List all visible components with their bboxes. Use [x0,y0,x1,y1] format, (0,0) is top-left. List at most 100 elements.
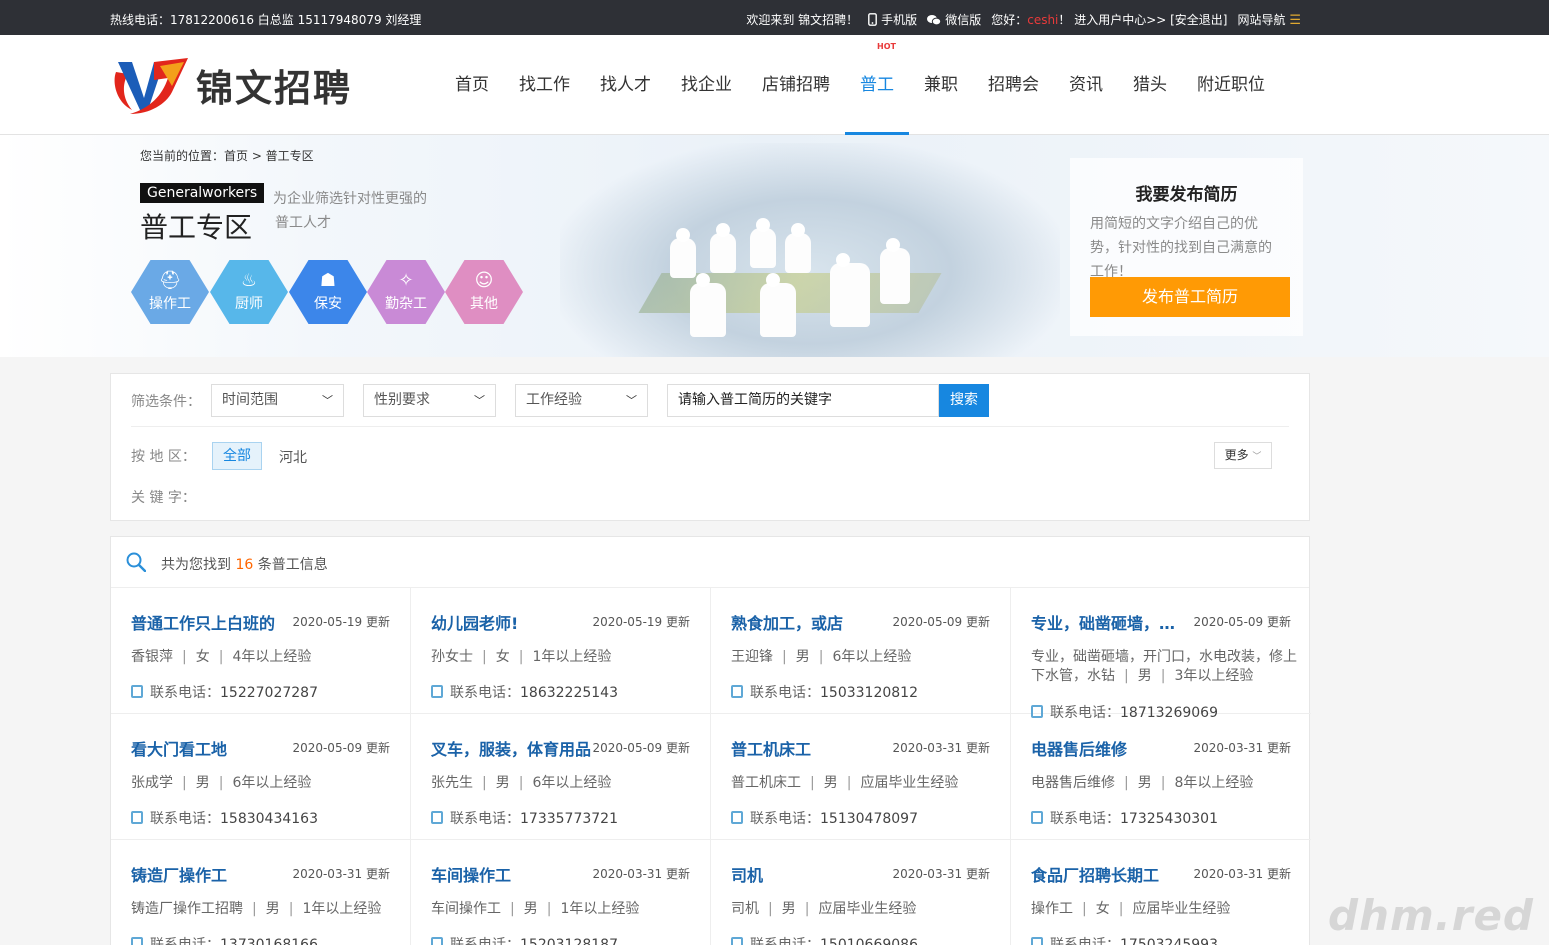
resume-title-link[interactable]: 叉车，服装，体育用品 [431,736,591,760]
update-date: 2020-05-19 更新 [592,615,690,629]
nav-item-find-talent[interactable]: 找人才 [585,35,666,135]
resume-experience: 1年以上经验 [302,901,382,917]
nav-item-store-recruit[interactable]: 店铺招聘 [747,35,845,135]
resume-gender: 女 [195,649,210,665]
nav-item-news[interactable]: 资讯 [1054,35,1118,135]
resume-experience: 应届毕业生经验 [818,901,917,917]
site-nav-link[interactable]: 网站导航 ☰ [1238,11,1302,28]
username-link[interactable]: ceshi [1027,13,1058,27]
resume-card[interactable]: 叉车，服装，体育用品 2020-05-09 更新 张先生 | 男 | 6年以上经验 联系电话：… [411,714,711,840]
logo-mark-icon [114,58,188,114]
publish-resume-panel: 我要发布简历 用简短的文字介绍自己的优势，针对性的找到自己满意的工作！ 发布普工… [1070,158,1303,336]
resume-title-link[interactable]: 铸造厂操作工 [131,862,227,886]
nav-item-find-company[interactable]: 找企业 [666,35,747,135]
resume-name: 司机 [731,901,759,917]
resume-phone: 联系电话：15227027287 [131,682,318,702]
nav-item-general-worker[interactable]: 普工 HOT [845,35,909,135]
wechat-link[interactable]: 微信版 [927,11,981,28]
resume-title-link[interactable]: 车间操作工 [431,862,511,886]
resume-title-link[interactable]: 司机 [731,862,763,886]
resume-meta: 司机 | 男 | 应届毕业生经验 [731,901,917,917]
resume-card[interactable]: 车间操作工 2020-03-31 更新 车间操作工 | 男 | 1年以上经验 联系电话：152… [411,840,711,945]
resume-name: 张成学 [131,775,173,791]
resume-phone: 联系电话：17335773721 [431,808,618,828]
resume-card[interactable]: 司机 2020-03-31 更新 司机 | 男 | 应届毕业生经验 联系电话：15010669… [711,840,1011,945]
search-icon [126,552,146,572]
nav-item-home[interactable]: 首页 [440,35,504,135]
watermark: dhm.red [1328,891,1534,940]
search-button[interactable]: 搜索 [939,384,989,417]
resume-experience: 应届毕业生经验 [860,775,959,791]
resume-experience: 8年以上经验 [1174,775,1254,791]
time-range-select[interactable]: 时间范围 ﹀ [211,384,344,417]
top-bar-links: 欢迎来到 锦文招聘！ 手机版 微信版 您好：ceshi！ 进入用户中心>> [安… [746,11,1301,28]
resume-card[interactable]: 普工机床工 2020-03-31 更新 普工机床工 | 男 | 应届毕业生经验 联系电话：15… [711,714,1011,840]
experience-select[interactable]: 工作经验 ﹀ [515,384,648,417]
filter-label: 筛选条件： [131,394,201,410]
nav-item-nearby-jobs[interactable]: 附近职位 [1182,35,1280,135]
phone-icon [868,13,878,26]
resume-card[interactable]: 食品厂招聘长期工 2020-03-31 更新 操作工 | 女 | 应届毕业生经验 联系电话：1… [1011,840,1311,945]
resume-card[interactable]: 普通工作只上白班的 2020-05-19 更新 香银萍 | 女 | 4年以上经验 联系电话：1… [111,588,411,714]
mobile-link[interactable]: 手机版 [868,11,917,28]
section-tag: Generalworkers [140,183,264,203]
resume-card[interactable]: 电器售后维修 2020-03-31 更新电器售后维修 | 男 | 8年以上经验联系电话：1… [1011,714,1311,840]
resume-title-link[interactable]: 熟食加工，或店 [731,610,843,634]
resume-gender: 男 [823,775,838,791]
phone-icon [731,811,743,824]
publish-description: 用简短的文字介绍自己的优势，针对性的找到自己满意的工作！ [1090,216,1272,280]
region-hebei[interactable]: 河北 [279,447,307,467]
nav-item-part-time[interactable]: 兼职 [909,35,973,135]
chevron-down-icon: ﹀ [626,394,637,407]
hot-badge: HOT [877,42,896,51]
resume-phone: 联系电话：17325430301 [1031,808,1218,828]
resume-gender: 男 [523,901,538,917]
resume-phone: 联系电话：15830434163 [131,808,318,828]
chef-hat-icon: ♨ [240,270,258,291]
resume-title-link[interactable]: 幼儿园老师! [431,610,518,634]
resume-experience: 1年以上经验 [532,649,612,665]
resume-meta: 电器售后维修 | 男 | 8年以上经验 [1031,775,1254,791]
resume-title-link[interactable]: 专业，础凿砸墙，开门口 [1031,610,1191,634]
resume-card[interactable]: 熟食加工，或店 2020-05-09 更新 王迎锋 | 男 | 6年以上经验 联系电话：150… [711,588,1011,714]
broom-icon: ✧ [398,270,414,291]
resume-experience: 6年以上经验 [232,775,312,791]
page-title: 普工专区 [140,211,253,244]
site-logo[interactable]: 锦文招聘 [110,52,352,118]
resume-title-link[interactable]: 看大门看工地 [131,736,227,760]
nav-item-find-job[interactable]: 找工作 [504,35,585,135]
user-center-links[interactable]: ！ 进入用户中心>> [安全退出] [1058,13,1227,27]
phone-icon [431,685,443,698]
more-button[interactable]: 更多 ﹀ [1214,442,1272,469]
gender-select[interactable]: 性别要求 ﹀ [363,384,496,417]
divider [131,426,1289,427]
phone-icon [1031,937,1043,945]
resume-card[interactable]: 专业，础凿砸墙，开门口 2020-05-09 更新 专业，础凿砸墙，开门口，水电改装… [1011,588,1311,721]
resume-phone: 联系电话：13730168166 [131,934,318,945]
update-date: 2020-03-31 更新 [292,867,390,881]
update-date: 2020-03-31 更新 [892,867,990,881]
hotline-text: 热线电话：17812200616 白总监 15117948079 刘经理 [110,13,422,27]
region-label: 按 地 区： [131,449,196,465]
resume-card[interactable]: 幼儿园老师! 2020-05-19 更新 孙女士 | 女 | 1年以上经验 联系电话：1863… [411,588,711,714]
region-all-button[interactable]: 全部 [212,442,262,470]
keyword-input[interactable]: 请输入普工简历的关键字 [667,384,939,417]
resume-title-link[interactable]: 普工机床工 [731,736,811,760]
resume-name: 香银萍 [131,649,173,665]
resume-name: 操作工 [1031,901,1073,917]
resume-name: 车间操作工 [431,901,501,917]
resume-title-link[interactable]: 电器售后维修 [1031,736,1127,760]
resume-title-link[interactable]: 普通工作只上白班的 [131,610,275,634]
update-date: 2020-03-31 更新 [1193,741,1291,755]
menu-icon[interactable]: ☰ [1289,13,1301,28]
breadcrumb: 您当前的位置：首页 > 普工专区 [140,149,314,163]
resume-phone: 联系电话：15203128187 [431,934,618,945]
resume-experience: 1年以上经验 [560,901,640,917]
publish-resume-button[interactable]: 发布普工简历 [1090,277,1290,317]
resume-card[interactable]: 铸造厂操作工 2020-03-31 更新 铸造厂操作工招聘 | 男 | 1年以上经验 联系电话… [111,840,411,945]
publish-title: 我要发布简历 [1135,185,1238,205]
resume-card[interactable]: 看大门看工地 2020-05-09 更新 张成学 | 男 | 6年以上经验 联系电话：1583… [111,714,411,840]
nav-item-headhunter[interactable]: 猎头 [1118,35,1182,135]
resume-title-link[interactable]: 食品厂招聘长期工 [1031,862,1159,886]
nav-item-job-fair[interactable]: 招聘会 [973,35,1054,135]
